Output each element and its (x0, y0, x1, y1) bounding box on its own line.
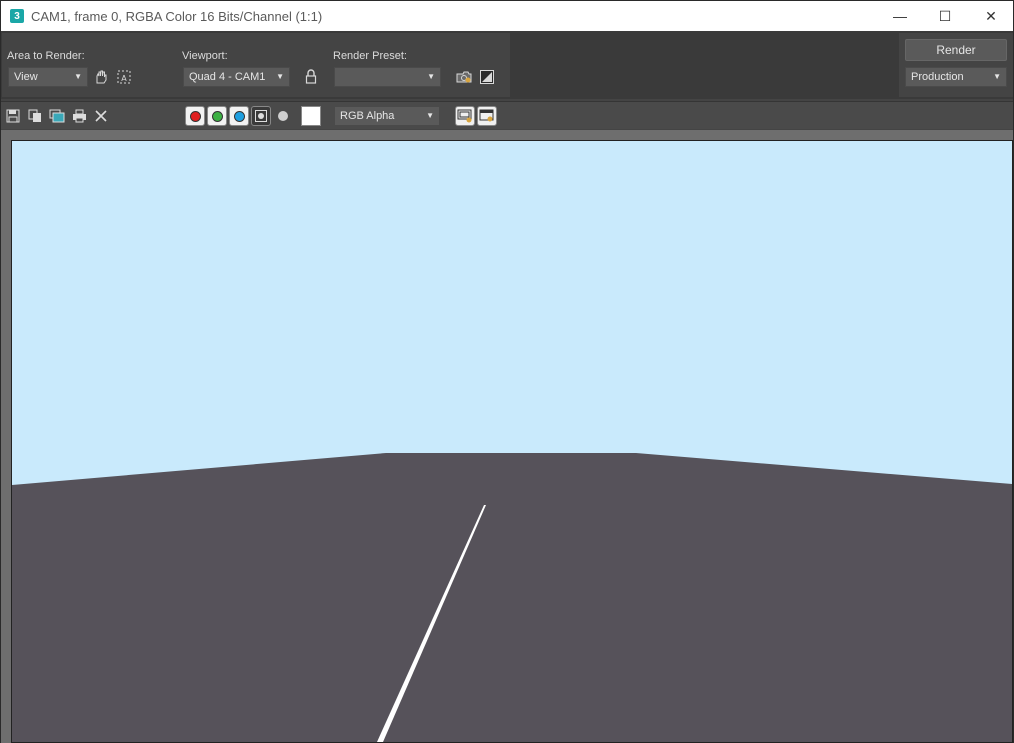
rendered-frame-window: 3 CAM1, frame 0, RGBA Color 16 Bits/Chan… (0, 0, 1014, 743)
clear-icon[interactable] (92, 107, 110, 125)
chevron-down-icon: ▼ (427, 72, 435, 81)
rendered-image[interactable] (11, 140, 1013, 743)
green-dot-icon (211, 110, 223, 122)
toggle-ui-overlay-button[interactable] (455, 106, 475, 126)
chevron-down-icon: ▼ (993, 72, 1001, 81)
viewport-label: Viewport: (182, 50, 228, 62)
viewport-value: Quad 4 - CAM1 (189, 71, 266, 83)
app-icon: 3 (10, 9, 24, 23)
road-ground (12, 453, 1012, 742)
render-mode-dropdown[interactable]: Production ▼ (905, 67, 1007, 87)
title-bar[interactable]: 3 CAM1, frame 0, RGBA Color 16 Bits/Chan… (1, 1, 1013, 31)
clone-frame-icon[interactable] (48, 107, 66, 125)
pan-hand-icon[interactable] (92, 68, 110, 86)
alpha-channel-toggle[interactable] (251, 106, 271, 126)
print-icon[interactable] (70, 107, 88, 125)
render-settings-panel: Area to Render: View ▼ A Viewport: Quad … (1, 31, 1013, 99)
monochrome-toggle[interactable] (274, 107, 292, 125)
display-channel-dropdown[interactable]: RGB Alpha ▼ (334, 106, 440, 126)
alpha-square-icon (255, 110, 267, 122)
blue-dot-icon (233, 110, 245, 122)
close-button[interactable]: ✕ (968, 1, 1014, 31)
monochrome-dot-icon (278, 111, 288, 121)
maximize-button[interactable]: ☐ (922, 1, 968, 31)
render-mode-value: Production (911, 71, 964, 83)
frame-overlay-icon (457, 109, 472, 123)
save-icon[interactable] (4, 107, 22, 125)
lock-icon[interactable] (302, 68, 320, 86)
red-dot-icon (189, 110, 201, 122)
rendered-scene (12, 141, 1012, 742)
area-to-render-label: Area to Render: (7, 50, 85, 62)
render-frame-area (1, 130, 1013, 743)
svg-text:A: A (121, 74, 127, 83)
minimize-button[interactable]: — (877, 1, 923, 31)
toggle-ui-button[interactable] (477, 106, 497, 126)
auto-region-icon[interactable]: A (115, 68, 133, 86)
window-ui-icon (479, 109, 494, 122)
render-button[interactable]: Render (905, 39, 1007, 61)
render-preset-label: Render Preset: (333, 50, 407, 62)
render-options-section: Area to Render: View ▼ A Viewport: Quad … (2, 33, 510, 97)
render-setup-icon[interactable] (455, 68, 473, 86)
color-swatch[interactable] (301, 106, 321, 126)
chevron-down-icon: ▼ (276, 72, 284, 81)
render-action-section: Render Production ▼ (899, 33, 1013, 97)
render-preset-dropdown[interactable]: ▼ (334, 67, 441, 87)
chevron-down-icon: ▼ (426, 111, 434, 120)
green-channel-toggle[interactable] (207, 106, 227, 126)
display-channel-value: RGB Alpha (340, 110, 395, 122)
viewport-dropdown[interactable]: Quad 4 - CAM1 ▼ (183, 67, 290, 87)
copy-image-icon[interactable] (26, 107, 44, 125)
blue-channel-toggle[interactable] (229, 106, 249, 126)
frame-toolbar: RGB Alpha ▼ (1, 101, 1013, 129)
chevron-down-icon: ▼ (74, 72, 82, 81)
area-to-render-value: View (14, 71, 38, 83)
red-channel-toggle[interactable] (185, 106, 205, 126)
window-title: CAM1, frame 0, RGBA Color 16 Bits/Channe… (31, 8, 323, 24)
area-to-render-dropdown[interactable]: View ▼ (8, 67, 88, 87)
environment-effects-icon[interactable] (478, 68, 496, 86)
